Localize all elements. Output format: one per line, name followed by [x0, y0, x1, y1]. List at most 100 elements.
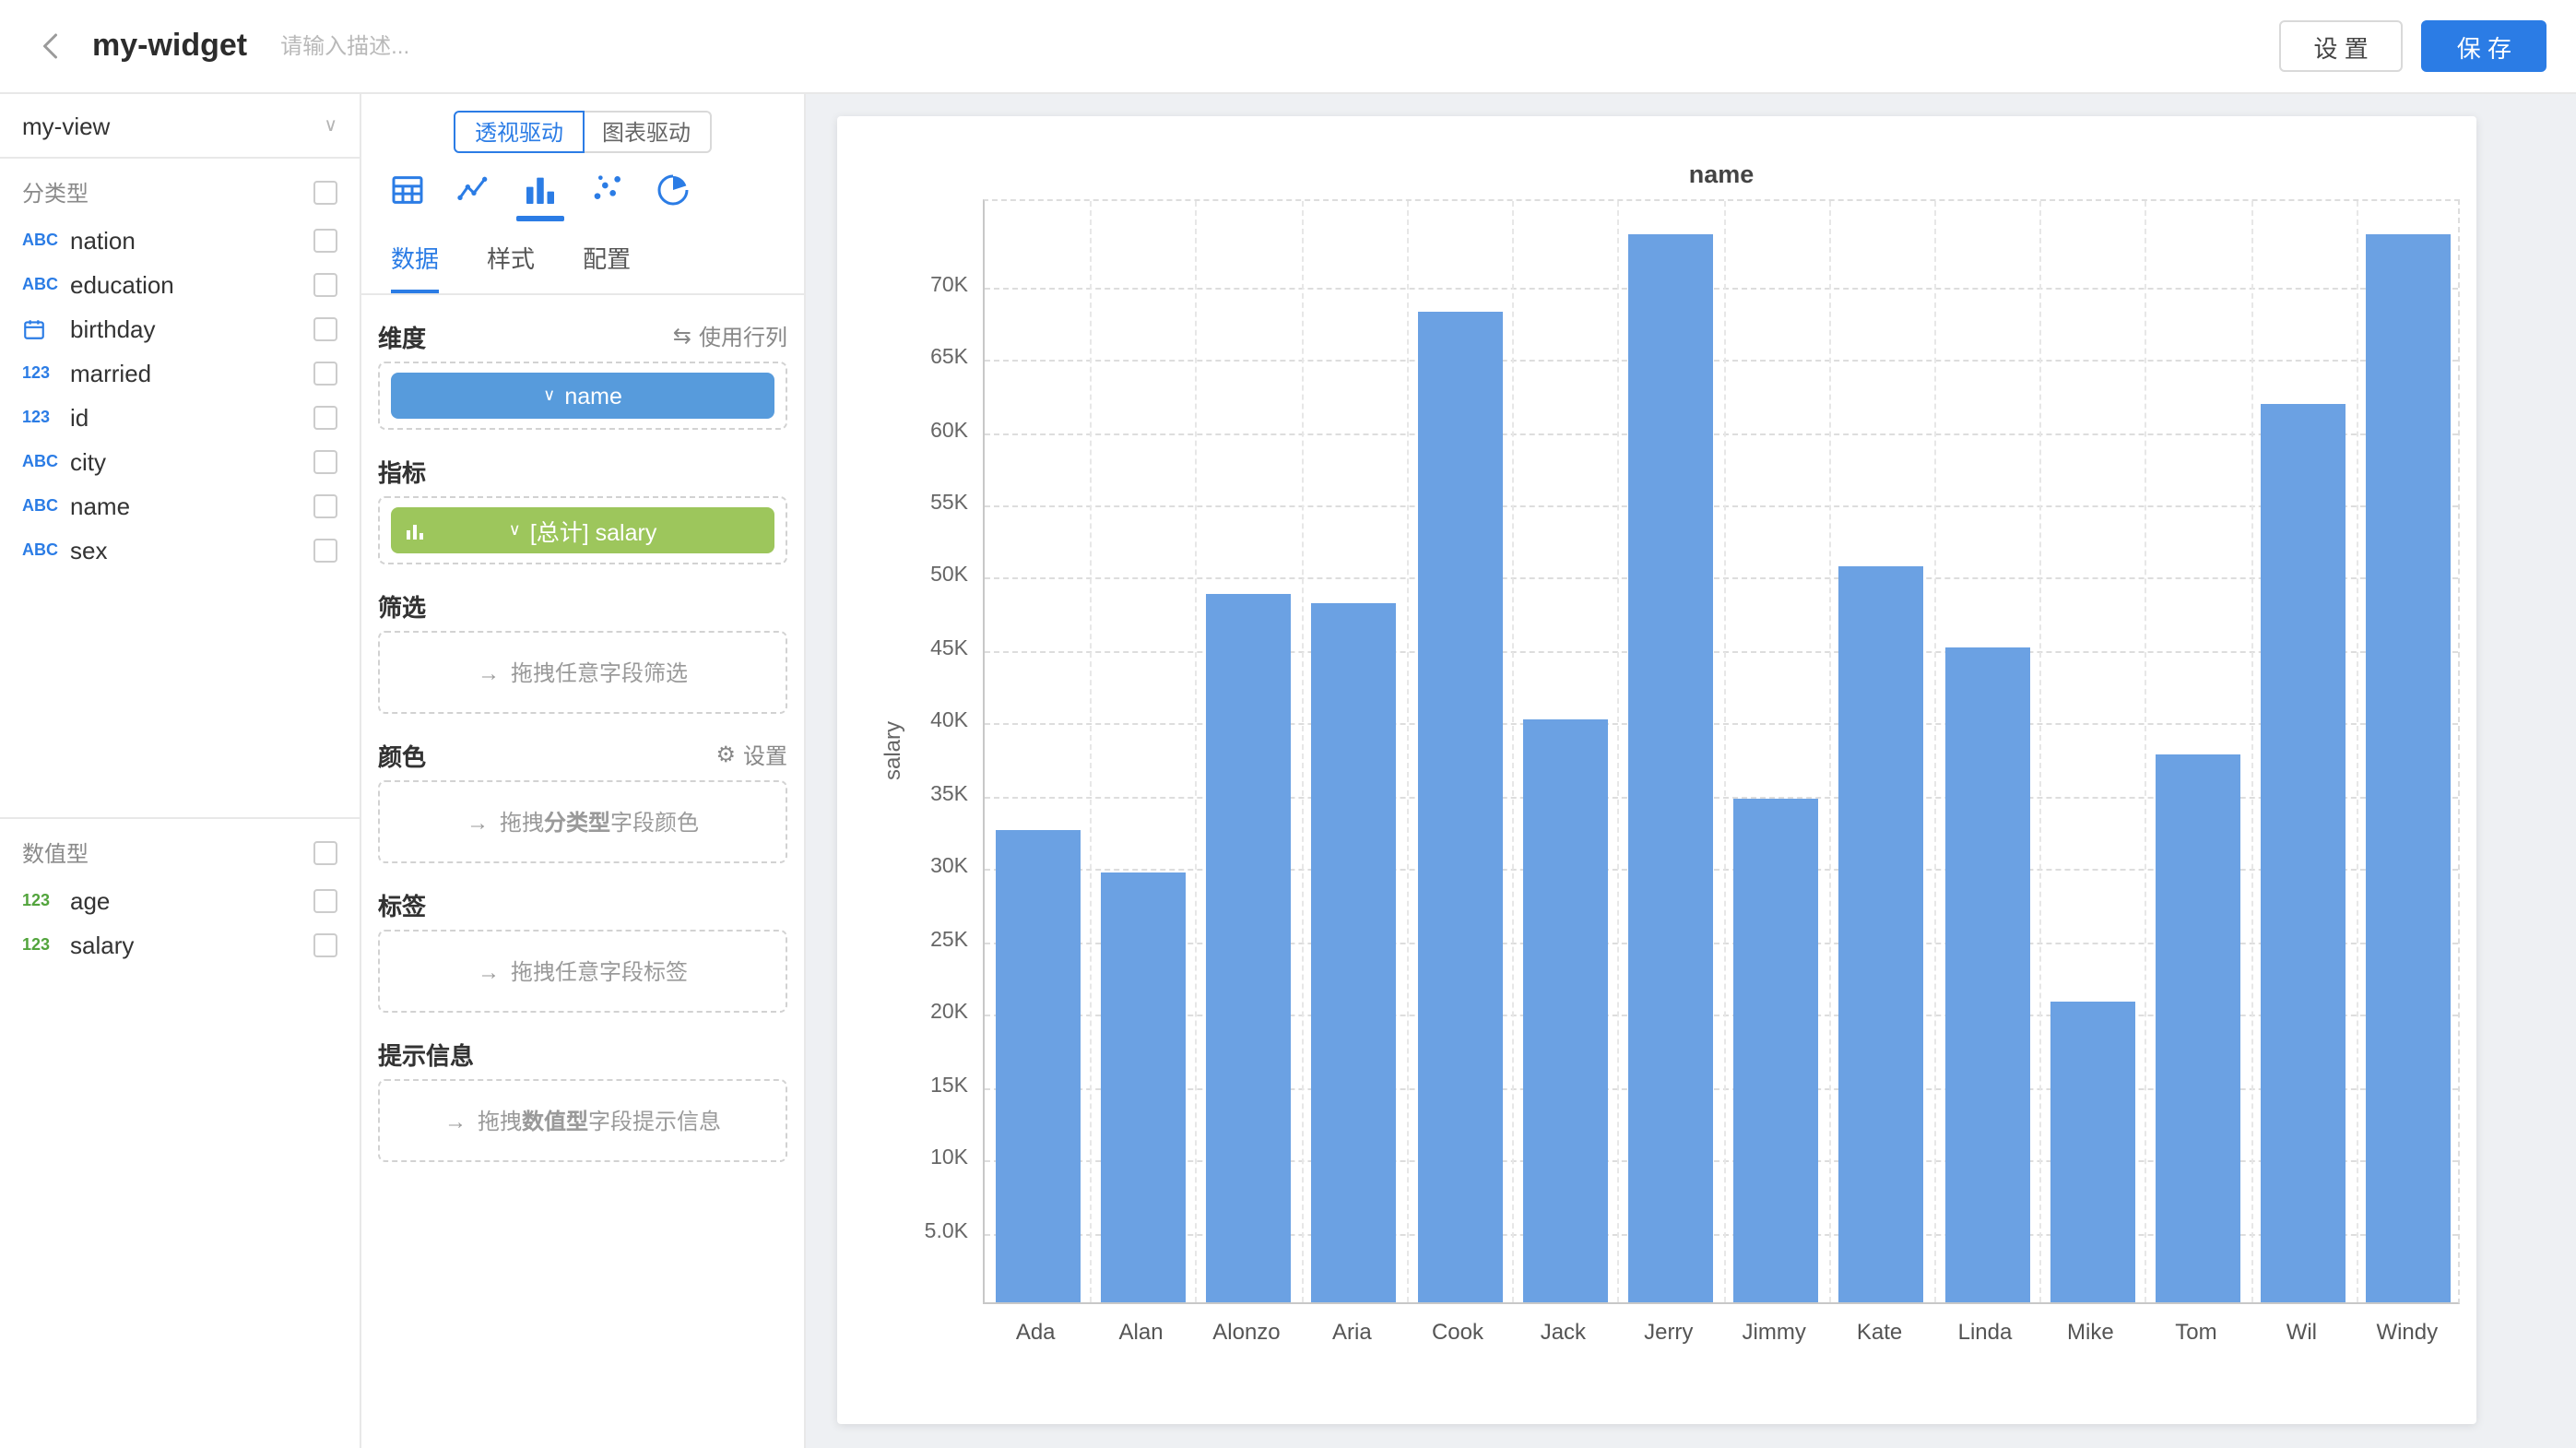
bar-Kate[interactable]	[1839, 565, 1924, 1302]
config-sections: 维度 ⇆ 使用行列 ∨ name 指标	[361, 295, 804, 1162]
field-type-badge: ABC	[22, 496, 70, 515]
categorical-field-list: ABCnationABCeducationbirthday123married1…	[0, 218, 360, 572]
field-age[interactable]: 123age	[0, 878, 360, 922]
field-checkbox[interactable]	[313, 888, 337, 912]
y-tick-label: 30K	[843, 856, 968, 878]
tab-config[interactable]: 配置	[583, 240, 631, 293]
gridline-vertical	[1407, 201, 1409, 1302]
metric-pill[interactable]: ∨ [总计] salary	[391, 507, 774, 553]
field-checkbox[interactable]	[313, 405, 337, 429]
y-tick-label: 65K	[843, 347, 968, 369]
bar-Jerry[interactable]	[1628, 233, 1713, 1302]
tab-chart-driven[interactable]: 图表驱动	[582, 111, 711, 153]
numeric-fields-section: 数值型 123age123salary	[0, 819, 360, 967]
categorical-section-head: 分类型	[0, 159, 360, 218]
bar-Jimmy[interactable]	[1733, 799, 1818, 1302]
label-dropzone[interactable]: → 拖拽任意字段标签	[378, 930, 787, 1013]
config-panel: 透视驱动 图表驱动	[361, 94, 806, 1448]
field-checkbox[interactable]	[313, 272, 337, 296]
y-tick-label: 35K	[843, 784, 968, 806]
metric-dropzone[interactable]: ∨ [总计] salary	[378, 496, 787, 564]
field-salary[interactable]: 123salary	[0, 922, 360, 967]
dimension-dropzone[interactable]: ∨ name	[378, 362, 787, 430]
color-header: 颜色 ⚙ 设置	[378, 740, 787, 769]
y-tick-label: 25K	[843, 929, 968, 951]
field-checkbox[interactable]	[313, 493, 337, 517]
color-settings-action[interactable]: ⚙ 设置	[715, 739, 787, 770]
dimension-header: 维度 ⇆ 使用行列	[378, 321, 787, 350]
field-nation[interactable]: ABCnation	[0, 218, 360, 262]
field-type-badge: 123	[22, 935, 70, 954]
tab-data[interactable]: 数据	[391, 240, 439, 293]
use-rows-cols-action[interactable]: ⇆ 使用行列	[673, 320, 787, 351]
settings-button[interactable]: 设 置	[2279, 20, 2404, 72]
x-tick-label: Jack	[1510, 1319, 1615, 1345]
field-birthday[interactable]: birthday	[0, 306, 360, 350]
bar-Alonzo[interactable]	[1206, 593, 1291, 1302]
bar-Windy[interactable]	[2367, 233, 2452, 1302]
description-input[interactable]	[280, 33, 612, 59]
chevron-down-icon[interactable]: ∨	[543, 386, 555, 406]
field-checkbox[interactable]	[313, 449, 337, 473]
numeric-section-head: 数值型	[0, 819, 360, 878]
bar-Alan[interactable]	[1101, 872, 1186, 1302]
chart-type-line-icon[interactable]	[454, 172, 494, 221]
field-checkbox[interactable]	[313, 361, 337, 385]
tooltip-dropzone[interactable]: → 拖拽数值型字段提示信息	[378, 1079, 787, 1162]
arrow-right-icon: →	[478, 659, 500, 685]
x-tick-label: Ada	[983, 1319, 1088, 1345]
field-id[interactable]: 123id	[0, 395, 360, 439]
gridline-vertical	[2145, 201, 2147, 1302]
field-sex[interactable]: ABCsex	[0, 528, 360, 572]
y-tick-label: 45K	[843, 638, 968, 660]
field-checkbox[interactable]	[313, 932, 337, 956]
field-checkbox[interactable]	[313, 316, 337, 340]
chart-type-pie-icon[interactable]	[653, 172, 693, 221]
field-checkbox[interactable]	[313, 228, 337, 252]
save-button[interactable]: 保 存	[2422, 20, 2546, 72]
field-married[interactable]: 123married	[0, 350, 360, 395]
chevron-down-icon[interactable]: ∨	[509, 520, 521, 540]
bar-Jack[interactable]	[1522, 720, 1607, 1302]
field-type-badge: 123	[22, 408, 70, 426]
bar-Tom[interactable]	[2156, 754, 2240, 1302]
gridline	[985, 578, 2458, 580]
field-name[interactable]: ABCname	[0, 483, 360, 528]
field-name: birthday	[70, 315, 313, 342]
bar-Cook[interactable]	[1417, 313, 1502, 1302]
chart-type-table-icon[interactable]	[387, 172, 428, 221]
tab-pivot-driven[interactable]: 透视驱动	[455, 111, 584, 153]
dimension-pill-label: name	[564, 383, 622, 409]
chart-type-bar-icon[interactable]	[520, 172, 561, 221]
color-dropzone[interactable]: → 拖拽分类型字段颜色	[378, 780, 787, 863]
dimension-label: 维度	[378, 318, 673, 353]
metric-header: 指标	[378, 456, 787, 485]
categorical-select-all-checkbox[interactable]	[313, 181, 337, 205]
gridline-vertical	[1301, 201, 1303, 1302]
gridline	[985, 287, 2458, 289]
tab-style[interactable]: 样式	[487, 240, 535, 293]
bar-Ada[interactable]	[995, 829, 1080, 1302]
field-type-badge: 123	[22, 891, 70, 909]
arrow-right-icon: →	[478, 958, 500, 984]
field-checkbox[interactable]	[313, 538, 337, 562]
gridline	[985, 433, 2458, 434]
field-city[interactable]: ABCcity	[0, 439, 360, 483]
view-selector[interactable]: my-view ∨	[0, 94, 360, 159]
categorical-fields-section: 分类型 ABCnationABCeducationbirthday123marr…	[0, 159, 360, 817]
gridline-vertical	[1934, 201, 1936, 1302]
y-tick-label: 70K	[843, 274, 968, 296]
gridline-vertical	[1828, 201, 1830, 1302]
numeric-select-all-checkbox[interactable]	[313, 841, 337, 865]
chart-type-scatter-icon[interactable]	[586, 172, 627, 221]
bar-Mike[interactable]	[2050, 1001, 2135, 1302]
bar-chart-icon	[404, 519, 426, 541]
back-button[interactable]	[30, 24, 74, 68]
dimension-pill[interactable]: ∨ name	[391, 373, 774, 419]
field-education[interactable]: ABCeducation	[0, 262, 360, 306]
bar-Wil[interactable]	[2261, 404, 2346, 1302]
bar-Aria[interactable]	[1312, 603, 1397, 1302]
bar-Linda[interactable]	[1944, 647, 2029, 1302]
field-name: education	[70, 270, 313, 298]
filter-dropzone[interactable]: → 拖拽任意字段筛选	[378, 631, 787, 714]
